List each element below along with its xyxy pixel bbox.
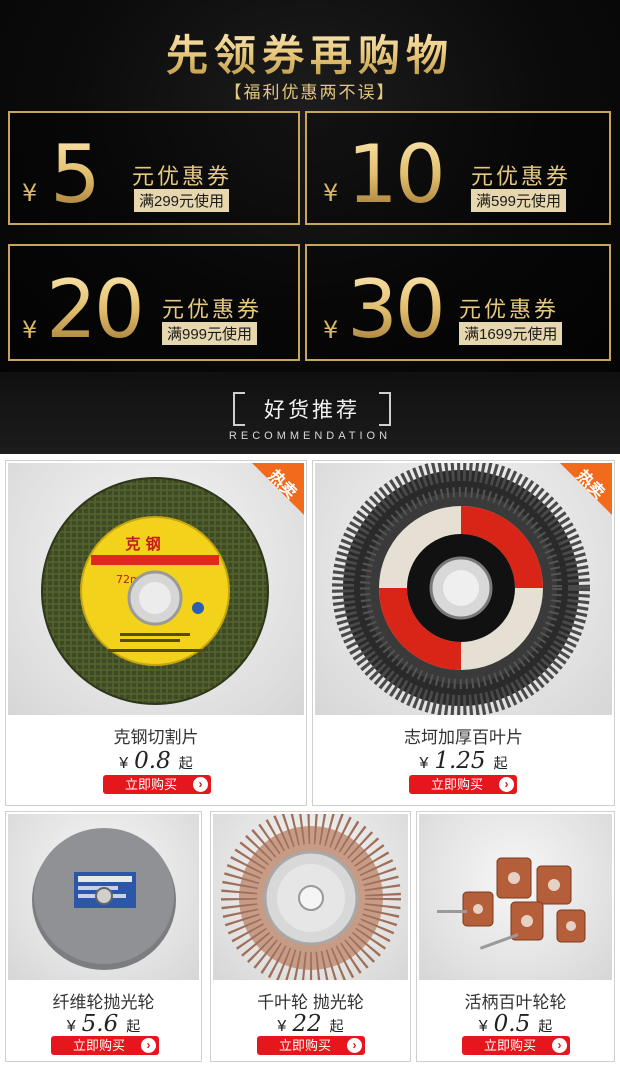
product-image[interactable] [419,814,612,980]
product-card[interactable]: 活柄百叶轮轮 ¥0.5 起 立即购买 › [416,811,615,1062]
coupon-currency: ¥ [323,179,339,207]
product-name[interactable]: 克钢切割片 [6,723,306,748]
price-value: 1.25 [434,748,486,774]
coupon-condition: 满299元使用 [134,189,230,212]
product-card[interactable]: 纤维轮抛光轮 ¥5.6 起 立即购买 › [5,811,202,1062]
buy-now-button[interactable]: 立即购买 › [462,1036,570,1055]
price-value: 0.8 [134,748,171,774]
product-image[interactable] [213,814,408,980]
banner-subtitle: 【福利优惠两不误】 [224,83,396,102]
coupon-30[interactable]: ¥ 30 元优惠券 满1699元使用 [305,244,611,361]
coupon-currency: ¥ [323,316,339,344]
product-name[interactable]: 纤维轮抛光轮 [6,988,201,1013]
coupon-amount: 10 [347,128,446,221]
coupon-label: 元优惠券 [471,164,572,189]
price-value: 0.5 [493,1011,531,1037]
price-value: 5.6 [81,1011,119,1037]
recommendation-title: 好货推荐 [264,399,360,422]
coupon-5[interactable]: ¥ 5 元优惠券 满299元使用 [8,111,300,225]
coupon-banner: 先领券再购物 【福利优惠两不误】 ¥ 5 元优惠券 满299元使用 ¥ 10 元… [0,0,620,372]
chevron-right-icon: › [141,1038,156,1053]
coupon-currency: ¥ [22,316,38,344]
product-image[interactable]: 热卖 [315,463,612,715]
hot-badge: 热卖 [560,463,612,515]
product-name[interactable]: 活柄百叶轮轮 [417,988,614,1013]
product-price: ¥22 起 [277,1011,344,1037]
buy-now-button[interactable]: 立即购买 › [409,775,517,794]
product-image[interactable]: 克 钢 72m/s 热卖 [8,463,304,715]
coupon-currency: ¥ [22,179,38,207]
product-name[interactable]: 志坷加厚百叶片 [313,723,614,748]
chevron-right-icon: › [499,777,514,792]
recommendation-title-frame: 好货推荐 [233,392,391,426]
hot-badge: 热卖 [252,463,304,515]
coupon-label: 元优惠券 [162,297,263,322]
coupon-condition: 满599元使用 [471,189,567,212]
recommendation-header: 好货推荐 RECOMMENDATION [0,372,620,454]
buy-now-button[interactable]: 立即购买 › [257,1036,365,1055]
coupon-condition: 满1699元使用 [459,322,563,345]
chevron-right-icon: › [552,1038,567,1053]
product-image[interactable] [8,814,199,980]
coupon-label: 元优惠券 [132,164,233,189]
coupon-amount: 30 [347,263,446,356]
coupon-amount: 20 [46,263,145,356]
price-value: 22 [292,1011,322,1037]
fiber-wheel-image [32,828,176,970]
product-name[interactable]: 千叶轮 抛光轮 [211,988,410,1013]
product-price: ¥0.8 起 [119,748,193,774]
coupon-condition: 满999元使用 [162,322,258,345]
product-card[interactable]: 热卖 志坷加厚百叶片 ¥1.25 起 立即购买 › [312,460,615,806]
chevron-right-icon: › [193,777,208,792]
product-price: ¥0.5 起 [478,1011,553,1037]
recommendation-subtitle: RECOMMENDATION [228,430,392,442]
shank-flap-wheel-image [437,857,586,950]
coupon-label: 元优惠券 [459,297,560,322]
buy-now-button[interactable]: 立即购买 › [51,1036,159,1055]
product-price: ¥1.25 起 [419,748,508,774]
product-card[interactable]: 克 钢 72m/s 热卖 克钢切割片 ¥0.8 起 立即购买 › [5,460,307,806]
coupon-amount: 5 [50,128,101,221]
product-card[interactable]: 千叶轮 抛光轮 ¥22 起 立即购买 › [210,811,411,1062]
disc-brand-text: 克 钢 [125,535,160,553]
buy-now-button[interactable]: 立即购买 › [103,775,211,794]
coupon-20[interactable]: ¥ 20 元优惠券 满999元使用 [8,244,300,361]
banner-title: 先领券再购物 [0,22,620,83]
flap-wheel-image [221,814,401,980]
product-price: ¥5.6 起 [66,1011,141,1037]
coupon-10[interactable]: ¥ 10 元优惠券 满599元使用 [305,111,611,225]
chevron-right-icon: › [347,1038,362,1053]
